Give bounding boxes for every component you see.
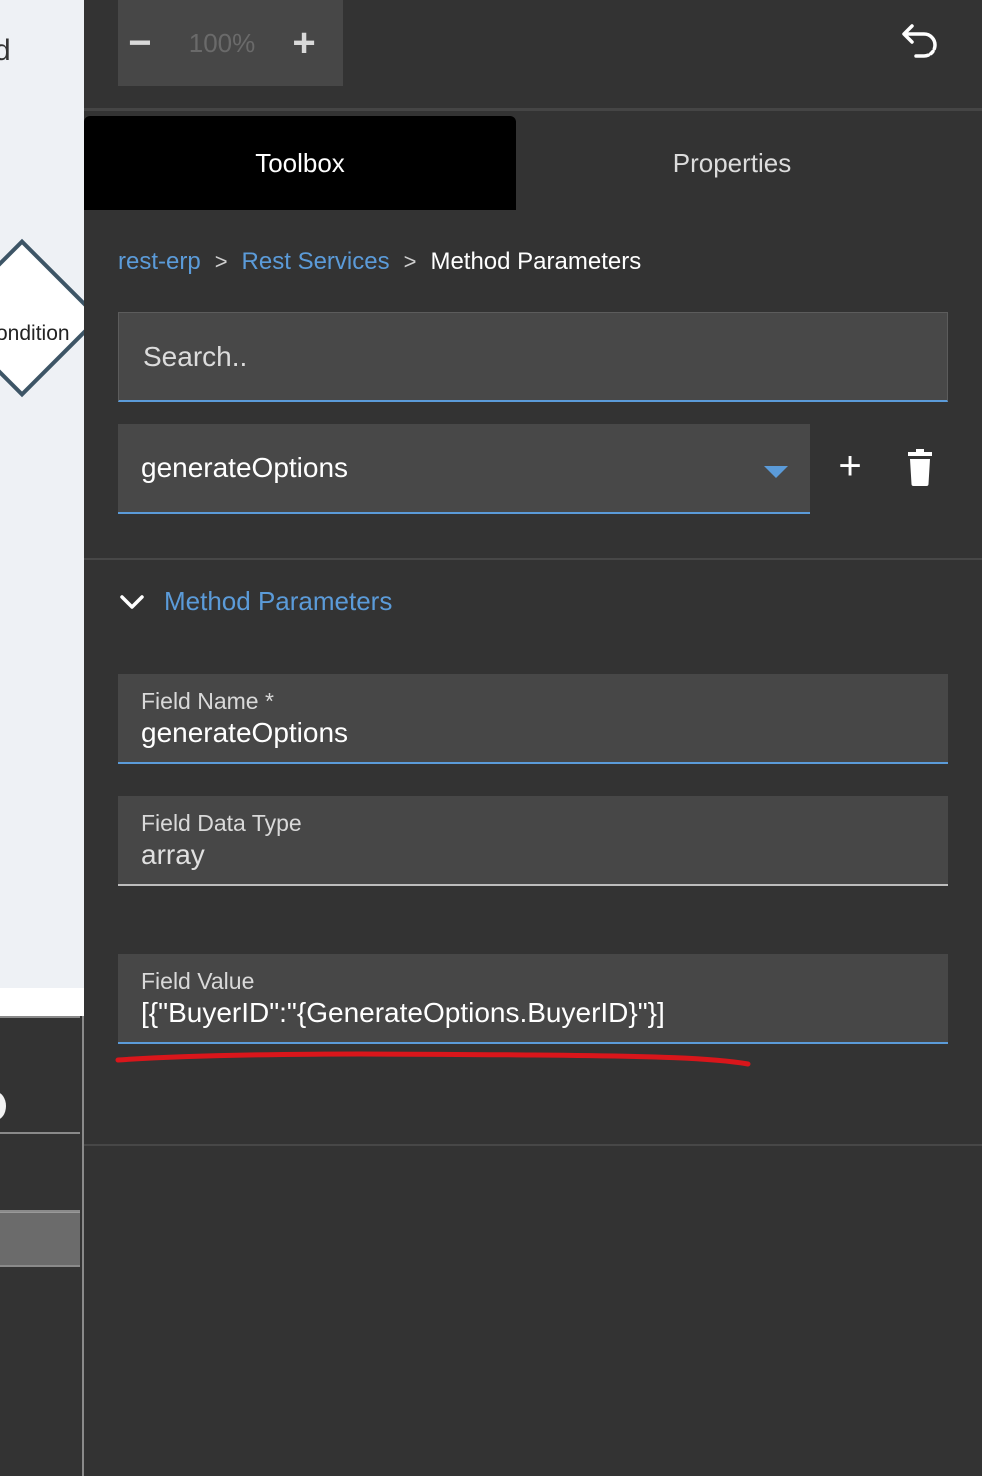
breadcrumb-separator: > [214, 249, 228, 274]
zoom-level: 100% [188, 27, 256, 58]
trash-icon[interactable] [902, 448, 938, 488]
zoom-out-button[interactable]: − [118, 21, 162, 65]
method-select[interactable]: generateOptions [118, 424, 810, 514]
add-button[interactable]: + [828, 444, 872, 488]
breadcrumb-item-rest-services[interactable]: Rest Services [242, 248, 390, 276]
field-name-value: generateOptions [141, 717, 349, 748]
tab-properties[interactable]: Properties [516, 116, 948, 210]
field-name-input[interactable]: Field Name * generateOptions [118, 674, 948, 764]
breadcrumb-separator: > [403, 249, 417, 274]
zoom-control: − 100% + [118, 0, 343, 86]
section-title: Method Parameters [164, 586, 393, 616]
divider [84, 558, 984, 560]
field-name-label: Field Name * [141, 688, 274, 714]
canvas-node-text: d [0, 34, 11, 67]
condition-node-shape[interactable] [0, 238, 84, 398]
undo-icon[interactable] [900, 16, 944, 60]
window-edge [982, 0, 990, 1476]
method-parameters-section-toggle[interactable]: Method Parameters [118, 586, 392, 617]
breadcrumb: rest-erp > Rest Services > Method Parame… [118, 248, 641, 276]
search-field [118, 312, 948, 402]
canvas-bottom-edge [0, 988, 84, 1016]
field-data-type-input[interactable]: Field Data Type array [118, 796, 948, 886]
side-panel: − 100% + Toolbox Properties rest-erp > R… [84, 0, 984, 1476]
condition-node-label: ondition [0, 322, 70, 345]
field-value-value: [{"BuyerID":"{GenerateOptions.BuyerID}"}… [141, 997, 665, 1028]
panel-tabs: Toolbox Properties [84, 116, 984, 210]
red-annotation-underline [115, 1051, 751, 1067]
lower-panel-row [0, 1016, 80, 1134]
divider [84, 1144, 984, 1146]
search-input[interactable] [119, 313, 947, 400]
breadcrumb-item-rest-erp[interactable]: rest-erp [118, 248, 201, 276]
lower-panel-row [0, 1132, 80, 1212]
lower-panel-row-selected[interactable] [0, 1212, 80, 1267]
tab-toolbox[interactable]: Toolbox [84, 116, 516, 210]
canvas-lower-panel [0, 988, 84, 1476]
field-data-type-value: array [141, 839, 205, 870]
field-data-type-label: Field Data Type [141, 810, 302, 836]
method-select-value: generateOptions [141, 452, 349, 483]
workflow-canvas: d ondition [0, 0, 84, 988]
zoom-in-button[interactable]: + [282, 21, 326, 65]
round-handle-icon[interactable] [0, 1092, 6, 1120]
field-value-input[interactable]: Field Value [{"BuyerID":"{GenerateOption… [118, 954, 948, 1044]
field-value-label: Field Value [141, 968, 255, 994]
chevron-down-icon [120, 594, 144, 609]
breadcrumb-current: Method Parameters [430, 248, 642, 275]
divider [84, 108, 984, 111]
caret-down-icon [764, 466, 788, 478]
